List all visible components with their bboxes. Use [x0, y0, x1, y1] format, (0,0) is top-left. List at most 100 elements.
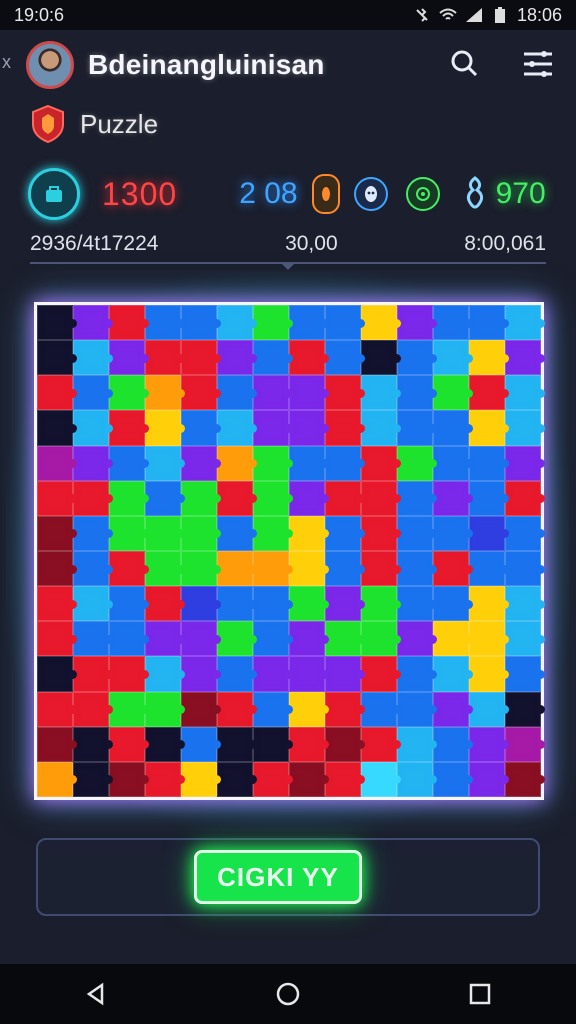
- puzzle-piece[interactable]: [37, 340, 77, 376]
- puzzle-piece[interactable]: [145, 515, 185, 551]
- puzzle-piece[interactable]: [397, 410, 437, 446]
- puzzle-piece[interactable]: [73, 375, 113, 411]
- puzzle-piece[interactable]: [289, 515, 329, 551]
- puzzle-piece[interactable]: [433, 691, 473, 727]
- puzzle-piece[interactable]: [469, 375, 509, 411]
- puzzle-piece[interactable]: [109, 375, 149, 411]
- puzzle-piece[interactable]: [253, 480, 293, 516]
- puzzle-piece[interactable]: [505, 691, 545, 727]
- puzzle-piece[interactable]: [289, 726, 329, 762]
- puzzle-piece[interactable]: [37, 621, 77, 657]
- puzzle-piece[interactable]: [181, 550, 221, 587]
- puzzle-piece[interactable]: [397, 445, 437, 481]
- puzzle-piece[interactable]: [145, 586, 185, 622]
- puzzle-piece[interactable]: [325, 480, 365, 516]
- puzzle-piece[interactable]: [253, 340, 293, 376]
- puzzle-piece[interactable]: [109, 726, 149, 762]
- puzzle-piece[interactable]: [397, 726, 437, 762]
- puzzle-board[interactable]: [34, 302, 545, 800]
- puzzle-piece[interactable]: [433, 375, 473, 411]
- puzzle-piece[interactable]: [361, 621, 401, 657]
- puzzle-piece[interactable]: [397, 550, 437, 587]
- puzzle-piece[interactable]: [325, 515, 365, 551]
- puzzle-piece[interactable]: [397, 761, 437, 797]
- puzzle-piece[interactable]: [253, 761, 293, 797]
- puzzle-piece[interactable]: [289, 375, 329, 411]
- puzzle-piece[interactable]: [361, 445, 401, 481]
- puzzle-piece[interactable]: [289, 621, 329, 657]
- puzzle-piece[interactable]: [505, 515, 545, 551]
- puzzle-piece[interactable]: [145, 550, 185, 587]
- puzzle-piece[interactable]: [253, 550, 293, 587]
- puzzle-piece[interactable]: [37, 445, 77, 481]
- puzzle-piece[interactable]: [433, 480, 473, 516]
- puzzle-piece[interactable]: [289, 550, 329, 587]
- puzzle-piece[interactable]: [217, 480, 257, 516]
- puzzle-piece[interactable]: [361, 305, 401, 341]
- puzzle-piece[interactable]: [433, 621, 473, 657]
- puzzle-piece[interactable]: [181, 621, 221, 657]
- puzzle-piece[interactable]: [253, 445, 293, 481]
- puzzle-piece[interactable]: [325, 691, 365, 727]
- puzzle-piece[interactable]: [469, 410, 509, 446]
- puzzle-piece[interactable]: [145, 656, 185, 692]
- puzzle-piece[interactable]: [217, 621, 257, 657]
- puzzle-piece[interactable]: [73, 515, 113, 551]
- puzzle-piece[interactable]: [361, 340, 401, 376]
- puzzle-piece[interactable]: [469, 621, 509, 657]
- puzzle-piece[interactable]: [433, 726, 473, 762]
- puzzle-piece[interactable]: [37, 726, 77, 762]
- puzzle-piece[interactable]: [181, 691, 221, 727]
- puzzle-piece[interactable]: [37, 515, 77, 551]
- puzzle-piece[interactable]: [469, 305, 509, 341]
- puzzle-piece[interactable]: [397, 586, 437, 622]
- puzzle-piece[interactable]: [109, 691, 149, 727]
- recents-icon[interactable]: [460, 974, 500, 1014]
- puzzle-piece[interactable]: [217, 515, 257, 551]
- puzzle-piece[interactable]: [217, 656, 257, 692]
- puzzle-piece[interactable]: [217, 586, 257, 622]
- puzzle-piece[interactable]: [325, 305, 365, 341]
- puzzle-piece[interactable]: [73, 480, 113, 516]
- puzzle-piece[interactable]: [181, 586, 221, 622]
- puzzle-piece[interactable]: [505, 656, 545, 692]
- puzzle-piece[interactable]: [289, 340, 329, 376]
- puzzle-piece[interactable]: [469, 761, 509, 797]
- puzzle-piece[interactable]: [397, 480, 437, 516]
- puzzle-piece[interactable]: [217, 550, 257, 587]
- puzzle-piece[interactable]: [289, 586, 329, 622]
- puzzle-piece[interactable]: [181, 375, 221, 411]
- puzzle-piece[interactable]: [145, 375, 185, 411]
- puzzle-piece[interactable]: [505, 761, 545, 797]
- puzzle-piece[interactable]: [109, 340, 149, 376]
- puzzle-piece[interactable]: [109, 410, 149, 446]
- puzzle-piece[interactable]: [217, 445, 257, 481]
- puzzle-piece[interactable]: [109, 305, 149, 341]
- puzzle-piece[interactable]: [253, 515, 293, 551]
- puzzle-piece[interactable]: [361, 586, 401, 622]
- close-icon[interactable]: x: [2, 52, 11, 73]
- puzzle-piece[interactable]: [109, 761, 149, 797]
- puzzle-piece[interactable]: [325, 340, 365, 376]
- puzzle-piece[interactable]: [469, 550, 509, 587]
- puzzle-piece[interactable]: [469, 515, 509, 551]
- puzzle-piece[interactable]: [73, 305, 113, 341]
- puzzle-piece[interactable]: [217, 726, 257, 762]
- puzzle-piece[interactable]: [361, 480, 401, 516]
- puzzle-piece[interactable]: [37, 691, 77, 727]
- puzzle-piece[interactable]: [433, 410, 473, 446]
- puzzle-piece[interactable]: [109, 621, 149, 657]
- puzzle-piece[interactable]: [37, 550, 77, 587]
- puzzle-piece[interactable]: [217, 375, 257, 411]
- puzzle-piece[interactable]: [217, 305, 257, 341]
- puzzle-piece[interactable]: [181, 656, 221, 692]
- puzzle-piece[interactable]: [505, 550, 545, 587]
- puzzle-piece[interactable]: [469, 340, 509, 376]
- puzzle-piece[interactable]: [37, 656, 77, 692]
- puzzle-piece[interactable]: [37, 410, 77, 446]
- puzzle-piece[interactable]: [469, 726, 509, 762]
- puzzle-piece[interactable]: [73, 586, 113, 622]
- puzzle-piece[interactable]: [145, 691, 185, 727]
- puzzle-piece[interactable]: [397, 621, 437, 657]
- puzzle-piece[interactable]: [145, 726, 185, 762]
